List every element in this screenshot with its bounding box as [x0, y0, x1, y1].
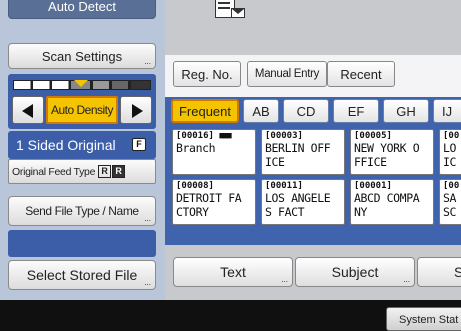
tab-label: AB [252, 103, 270, 119]
tab-ef[interactable]: EF [333, 99, 379, 123]
subject-button[interactable]: Subject ... [295, 257, 415, 287]
subject-button-label: Subject [331, 264, 379, 280]
send-file-type-label: Send File Type / Name [25, 204, 139, 218]
tab-label: Manual Entry [254, 68, 320, 80]
more-dots: ... [403, 275, 410, 284]
tab-recent[interactable]: Recent [327, 61, 395, 87]
destination-display-area [165, 0, 461, 55]
send-file-type-button[interactable]: Send File Type / Name ... [8, 196, 156, 226]
original-orientation-icon: F [132, 138, 146, 151]
auto-density-button[interactable]: Auto Density [46, 96, 118, 124]
destination-button[interactable]: [00003] BERLIN OFF ICE [261, 129, 345, 175]
destination-button[interactable]: [00016] ■■■ Branch [172, 129, 256, 175]
tab-reg-no[interactable]: Reg. No. [173, 61, 241, 87]
select-stored-file-button[interactable]: Select Stored File ... [8, 260, 156, 290]
scan-settings-button[interactable]: Scan Settings ... [8, 43, 156, 69]
tab-frequent[interactable]: Frequent [171, 99, 239, 123]
more-dots: ... [281, 275, 288, 284]
original-feed-type-label: Original Feed Type [12, 165, 96, 178]
original-feed-type-button[interactable]: Original Feed Type R R [8, 159, 156, 184]
tab-label: Frequent [178, 103, 232, 119]
destination-name: NEW YORK O FFICE [354, 141, 420, 169]
destination-number: [00003] [265, 131, 303, 141]
destination-button[interactable]: [00011] LOS ANGELE S FACT [261, 179, 345, 225]
empty-status-panel [8, 230, 156, 257]
destination-number: [00011] [265, 181, 303, 191]
security-button-label: S [454, 264, 461, 280]
tab-label: GH [396, 103, 416, 119]
destination-number: [00 [443, 131, 460, 141]
destination-list: [00016] ■■■ Branch [00003] BERLIN OFF IC… [165, 125, 461, 245]
destination-name: SA SC [443, 191, 457, 219]
destination-number: [00001] [354, 181, 392, 191]
destination-name: DETROIT FA CTORY [176, 191, 242, 219]
text-button[interactable]: Text ... [173, 257, 293, 287]
tab-label: CD [296, 103, 316, 119]
destination-button[interactable]: [00008] DETROIT FA CTORY [172, 179, 256, 225]
destination-name: LOS ANGELE S FACT [265, 191, 331, 219]
arrow-left-icon [22, 104, 33, 118]
auto-density-label: Auto Density [50, 103, 114, 117]
destination-name: BERLIN OFF ICE [265, 141, 331, 169]
density-panel: Auto Density [8, 74, 156, 129]
destination-number: [00 [443, 181, 460, 191]
tab-label: Reg. No. [181, 66, 233, 82]
destination-name: LO IC [443, 141, 457, 169]
auto-detect-button[interactable]: Auto Detect [8, 0, 156, 19]
more-dots: ... [144, 214, 151, 223]
tab-label: EF [347, 103, 365, 119]
group-icon: ■■■ [219, 131, 231, 141]
arrow-right-icon [132, 104, 143, 118]
density-indicator-icon [74, 80, 88, 87]
tab-cd[interactable]: CD [283, 99, 329, 123]
more-dots: ... [144, 57, 151, 66]
tab-gh[interactable]: GH [383, 99, 429, 123]
destination-number: [00008] [176, 181, 214, 191]
destination-button[interactable]: [00 LO IC [439, 129, 461, 175]
tab-manual-entry[interactable]: Manual Entry [247, 61, 327, 87]
destination-name: Branch [176, 141, 216, 155]
sided-original-label: 1 Sided Original [16, 137, 116, 153]
feed-type-r-icon: R [98, 165, 112, 178]
scan-settings-label: Scan Settings [41, 48, 123, 64]
destination-button[interactable]: [00005] NEW YORK O FFICE [350, 129, 434, 175]
system-status-label: System Stat [399, 314, 459, 326]
destination-number: [00016] ■■■ [176, 131, 232, 141]
density-darker-button[interactable] [120, 96, 152, 124]
security-button[interactable]: S [417, 257, 461, 287]
filter-tab-strip: Frequent AB CD EF GH IJ [165, 97, 461, 125]
left-panel: Auto Detect Scan Settings ... Auto Densi… [0, 0, 165, 300]
auto-detect-label: Auto Detect [48, 0, 116, 14]
tab-label: Recent [340, 66, 382, 82]
tab-ij[interactable]: IJ [433, 99, 461, 123]
tab-label: IJ [442, 103, 453, 119]
sided-original-button[interactable]: 1 Sided Original F [8, 131, 156, 159]
system-status-button[interactable]: System Stat [386, 307, 461, 331]
destination-button[interactable]: [00 SA SC [439, 179, 461, 225]
density-lighter-button[interactable] [12, 96, 44, 124]
destination-number: [00005] [354, 131, 392, 141]
select-stored-file-label: Select Stored File [26, 267, 138, 283]
text-button-label: Text [220, 264, 246, 280]
destination-name: ABCD COMPA NY [354, 191, 420, 219]
more-dots: ... [144, 278, 151, 287]
scan-document-icon [213, 0, 247, 22]
destination-button[interactable]: [00001] ABCD COMPA NY [350, 179, 434, 225]
feed-type-r-rotated-icon: R [112, 165, 126, 178]
entry-tab-bar: Reg. No. Manual Entry Recent [165, 55, 461, 97]
message-options-bar: Text ... Subject ... S [165, 245, 461, 300]
tab-ab[interactable]: AB [243, 99, 279, 123]
